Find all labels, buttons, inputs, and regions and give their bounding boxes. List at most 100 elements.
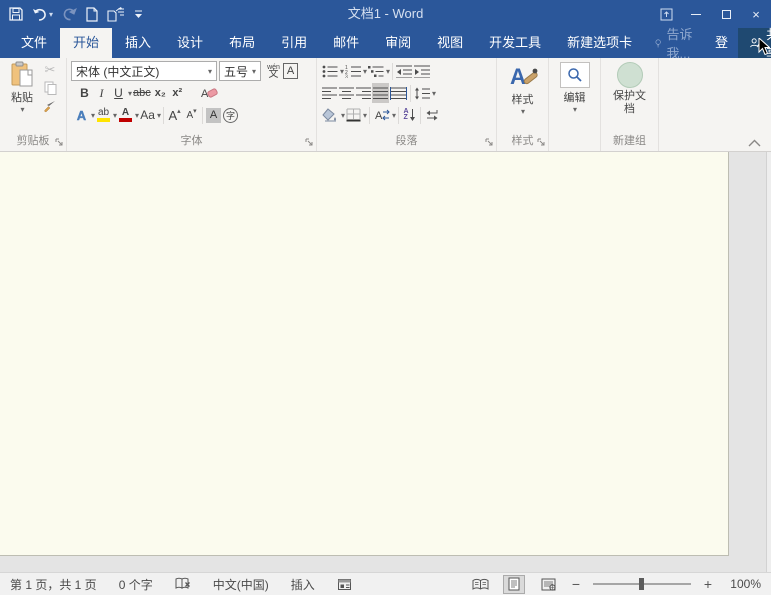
justify-button[interactable] [372,83,389,103]
font-dialog-launcher[interactable] [305,138,314,147]
italic-button[interactable]: I [93,83,110,103]
redo-button[interactable] [62,7,77,21]
language-status[interactable]: 中文(中国) [213,576,269,593]
macro-recording[interactable] [337,578,352,591]
underline-button[interactable]: U [110,83,127,103]
tab-view[interactable]: 视图 [424,28,476,58]
font-color-button[interactable]: A [117,105,134,125]
font-name-combo[interactable]: 宋体 (中文正文) ▾ [71,61,217,81]
send-page-button[interactable] [107,6,125,22]
borders-button[interactable] [345,105,362,125]
font-size-combo[interactable]: 五号 ▾ [219,61,261,81]
tab-insert[interactable]: 插入 [112,28,164,58]
zoom-slider-thumb[interactable] [639,578,644,590]
highlight-button[interactable]: ab [95,105,112,125]
clipboard-dialog-launcher[interactable] [55,138,64,147]
distribute-button[interactable] [389,83,408,103]
styles-dialog-launcher[interactable] [537,138,546,147]
borders-dropdown-icon[interactable]: ▾ [363,111,367,120]
editing-dropdown-icon[interactable]: ▾ [573,105,577,114]
character-shading-button[interactable]: A [205,105,222,125]
undo-button[interactable]: ▾ [32,8,53,21]
tell-me-box[interactable]: 告诉我... [645,27,705,61]
bold-button[interactable]: B [76,83,93,103]
change-case-button[interactable]: Aa [139,105,156,125]
format-painter-button[interactable] [43,100,57,113]
bullets-button[interactable] [321,61,339,81]
new-document-icon [86,6,98,22]
cut-button[interactable]: ✂ [45,63,56,76]
copy-button[interactable] [44,81,57,95]
paste-dropdown-icon[interactable]: ▾ [20,105,24,114]
editing-button[interactable]: 编辑 ▾ [549,60,600,114]
document-area[interactable] [0,152,771,572]
sign-in-button[interactable]: 登录 [705,28,738,80]
asian-layout-dropdown-icon[interactable]: ▾ [392,111,396,120]
proofing-status[interactable] [175,577,191,591]
align-right-button[interactable] [355,83,372,103]
multilevel-list-button[interactable] [367,61,385,81]
superscript-button[interactable]: x² [169,83,186,103]
shrink-font-button[interactable]: A ▾ [183,105,200,125]
multilevel-list-dropdown-icon[interactable]: ▾ [386,67,390,76]
align-left-button[interactable] [321,83,338,103]
phonetic-guide-button[interactable]: wén 文 [265,61,282,81]
shading-button[interactable] [321,105,340,125]
print-layout-button[interactable] [503,574,525,594]
document-page[interactable] [0,152,729,556]
tab-references[interactable]: 引用 [268,28,320,58]
text-effects-button[interactable]: A [73,105,90,125]
strikethrough-button[interactable]: abc [132,83,152,103]
font-size-dropdown-icon[interactable]: ▾ [252,67,256,76]
insert-mode[interactable]: 插入 [291,576,315,593]
styles-button[interactable]: A 样式 ▾ [497,60,548,116]
numbering-button[interactable]: 123 [344,61,362,81]
grow-font-button[interactable]: A ▴ [166,105,183,125]
align-center-button[interactable] [338,83,355,103]
zoom-in-button[interactable]: + [703,576,713,592]
zoom-slider[interactable] [593,577,691,591]
tab-file[interactable]: 文件 [8,28,60,58]
page-indicator[interactable]: 第 1 页，共 1 页 [10,576,97,593]
asian-layout-button[interactable]: A [372,105,391,125]
vertical-scrollbar[interactable] [766,152,771,572]
tab-home[interactable]: 开始 [60,28,113,58]
undo-dropdown-icon[interactable]: ▾ [49,10,53,19]
show-hide-marks-button[interactable] [423,105,440,125]
protect-document-button[interactable]: 保护文档 [601,62,658,116]
word-count[interactable]: 0 个字 [119,576,153,593]
tab-new-tab[interactable]: 新建选项卡 [554,28,645,58]
grow-arrow-icon: ▴ [177,108,181,115]
font-name-dropdown-icon[interactable]: ▾ [208,67,212,76]
line-spacing-button[interactable] [413,83,431,103]
styles-dropdown-icon[interactable]: ▾ [521,107,525,116]
decrease-indent-button[interactable] [395,61,413,81]
line-spacing-dropdown-icon[interactable]: ▾ [432,89,436,98]
clear-formatting-button[interactable]: A [200,83,219,103]
change-case-dropdown-icon[interactable]: ▾ [157,111,161,120]
zoom-out-button[interactable]: − [571,576,581,592]
paragraph-dialog-launcher[interactable] [485,138,494,147]
paste-button[interactable]: 粘贴 ▾ [4,61,40,134]
tab-developer[interactable]: 开发工具 [476,28,554,58]
enclose-characters-button[interactable]: 字 [222,105,239,125]
zoom-level[interactable]: 100% [725,577,761,591]
justify-icon [373,87,388,99]
group-editing: 编辑 ▾ [549,58,601,151]
tab-mailings[interactable]: 邮件 [320,28,372,58]
subscript-button[interactable]: x₂ [152,83,169,103]
character-shading-icon: A [206,107,222,123]
read-mode-button[interactable] [469,575,491,594]
increase-indent-button[interactable] [413,61,431,81]
collapse-ribbon-button[interactable] [748,139,761,147]
character-border-button[interactable]: A [282,61,299,81]
web-layout-button[interactable] [537,575,559,594]
maximize-button[interactable] [711,0,741,28]
tab-layout[interactable]: 布局 [216,28,268,58]
save-button[interactable] [9,7,23,21]
new-document-button[interactable] [86,6,98,22]
customize-qat-button[interactable] [134,9,143,19]
tab-review[interactable]: 审阅 [372,28,424,58]
tab-design[interactable]: 设计 [164,28,216,58]
sort-button[interactable]: AZ [401,105,418,125]
